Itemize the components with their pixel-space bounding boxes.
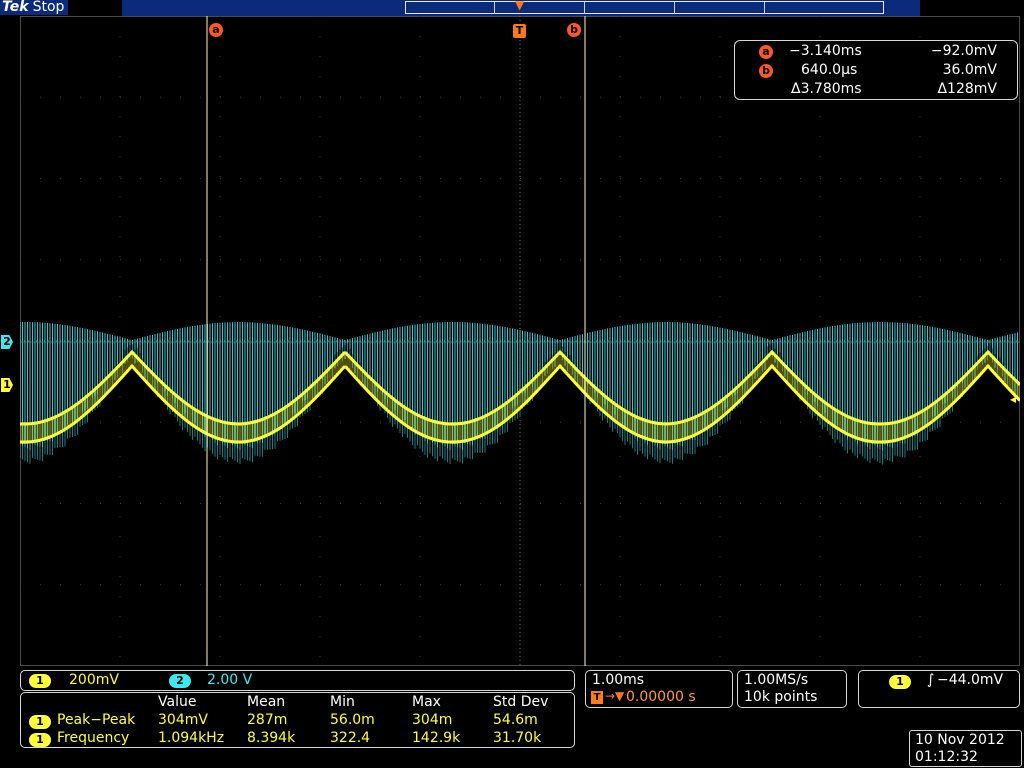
- channel-2-scale[interactable]: 2.00 V: [207, 672, 252, 688]
- meas-row-2-min: 322.4: [330, 730, 371, 746]
- channel-1-ground-marker[interactable]: 1: [1, 378, 13, 392]
- cursor-readout: a −3.140ms −92.0mV b 640.0µs 36.0mV Δ3.7…: [734, 40, 1018, 100]
- record-length: 10k points: [744, 689, 818, 705]
- cursor-a-badge: a: [759, 45, 773, 59]
- datetime-panel: 10 Nov 2012 01:12:32: [909, 730, 1022, 767]
- meas-row-2-max: 142.9k: [412, 730, 461, 746]
- meas-row-2-std: 31.70k: [493, 730, 542, 746]
- cursor-a-marker[interactable]: a: [209, 23, 223, 37]
- meas-header-min: Min: [330, 694, 355, 710]
- sample-rate: 1.00MS/s: [744, 672, 809, 688]
- brand-logo: Tek: [2, 0, 29, 15]
- record-tick: [494, 2, 495, 14]
- measurements-panel: Value Mean Min Max Std Dev 1 Peak−Peak 3…: [20, 692, 575, 748]
- cursor-delta-time: Δ3.780ms: [791, 81, 862, 97]
- meas-row-2-channel-badge: 1: [29, 733, 51, 747]
- channel-1-badge[interactable]: 1: [29, 674, 51, 688]
- top-status-bar: Tek Stop ▼: [0, 0, 1024, 16]
- cursor-delta-volt: Δ128mV: [937, 81, 997, 97]
- cursor-b-badge: b: [759, 64, 773, 78]
- rising-edge-icon: ∫: [927, 672, 935, 688]
- delay-arrow-icon: →▼: [605, 689, 625, 703]
- meas-row-2-value: 1.094kHz: [158, 730, 225, 746]
- meas-row-1-mean: 287m: [247, 712, 288, 728]
- record-tick: [674, 2, 675, 14]
- meas-row-1-value: 304mV: [158, 712, 208, 728]
- meas-row-1-max: 304m: [412, 712, 453, 728]
- channel-2-ground-marker[interactable]: 2: [1, 335, 13, 349]
- channel-2-badge[interactable]: 2: [169, 674, 191, 688]
- meas-row-2-name[interactable]: Frequency: [57, 730, 129, 746]
- cursor-a-readout-row: a −3.140ms −92.0mV: [735, 43, 1017, 61]
- waveform-display[interactable]: [20, 16, 1020, 666]
- acquisition-panel[interactable]: 1.00MS/s 10k points: [737, 670, 847, 708]
- cursor-a-volt: −92.0mV: [930, 43, 997, 59]
- meas-row-2-mean: 8.394k: [247, 730, 296, 746]
- channel-1-scale[interactable]: 200mV: [69, 672, 119, 688]
- trigger-level[interactable]: −44.0mV: [937, 672, 1003, 688]
- cursor-b-volt: 36.0mV: [942, 62, 997, 78]
- meas-header-max: Max: [412, 694, 441, 710]
- trigger-panel[interactable]: 1 ∫ −44.0mV: [858, 670, 1020, 708]
- trigger-level-arrow: ◂: [1010, 392, 1017, 406]
- horizontal-position[interactable]: 0.00000 s: [626, 689, 696, 705]
- meas-row-1-std: 54.6m: [493, 712, 538, 728]
- record-view-window[interactable]: [405, 1, 884, 14]
- date-display: 10 Nov 2012: [915, 732, 1005, 748]
- meas-header-value: Value: [158, 694, 197, 710]
- record-view-bar[interactable]: ▼: [122, 0, 920, 16]
- meas-row-1-channel-badge: 1: [29, 715, 51, 729]
- record-tick: [584, 2, 585, 14]
- time-display: 01:12:32: [915, 749, 978, 765]
- meas-header-mean: Mean: [247, 694, 286, 710]
- cursor-b-marker[interactable]: b: [567, 23, 581, 37]
- horizontal-scale[interactable]: 1.00ms: [592, 672, 644, 688]
- meas-row-1-name[interactable]: Peak−Peak: [57, 712, 135, 728]
- horizontal-panel[interactable]: 1.00ms T →▼ 0.00000 s: [585, 670, 733, 708]
- trigger-source-badge: 1: [889, 675, 911, 689]
- vertical-scale-panel: 1 200mV 2 2.00 V: [20, 670, 575, 691]
- acquisition-status: Stop: [32, 0, 65, 15]
- trigger-position-marker[interactable]: T: [513, 24, 526, 38]
- cursor-a-time: −3.140ms: [789, 43, 862, 59]
- meas-header-std-dev: Std Dev: [493, 694, 549, 710]
- cursor-delta-readout-row: Δ3.780ms Δ128mV: [735, 81, 1017, 99]
- brand-status: Tek Stop: [0, 0, 69, 15]
- record-tick: [764, 2, 765, 14]
- trigger-position-icon: T: [591, 691, 603, 704]
- cursor-b-time: 640.0µs: [801, 62, 858, 78]
- meas-row-1-min: 56.0m: [330, 712, 375, 728]
- record-trigger-arrow: ▼: [515, 0, 525, 12]
- cursor-b-readout-row: b 640.0µs 36.0mV: [735, 62, 1017, 80]
